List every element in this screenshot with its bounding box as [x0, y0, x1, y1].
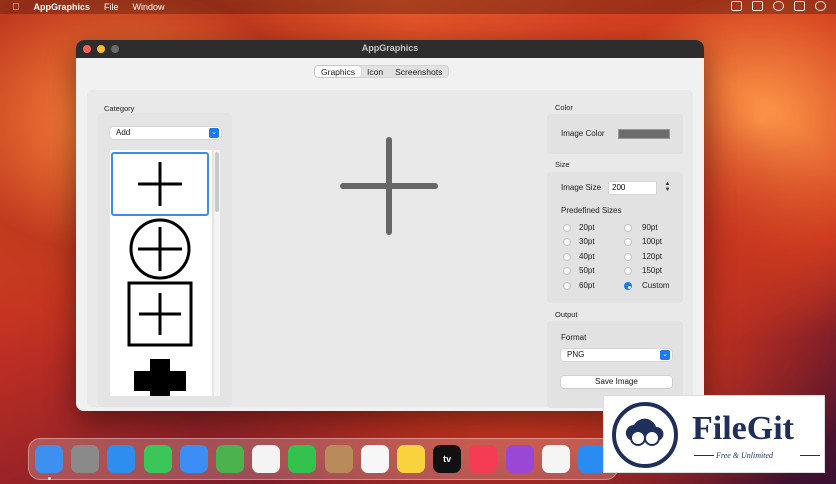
tv-icon[interactable]: tv	[433, 445, 462, 473]
siri-icon[interactable]	[815, 1, 826, 11]
format-select[interactable]: PNG ⌄	[561, 349, 672, 361]
radio-100pt-label[interactable]: 100pt	[642, 237, 662, 246]
news-icon[interactable]	[541, 445, 570, 473]
menu-window[interactable]: Window	[133, 2, 165, 12]
tab-icon[interactable]: Icon	[361, 66, 389, 77]
image-size-input[interactable]: 200	[609, 182, 656, 194]
mail-icon[interactable]	[179, 445, 208, 473]
title-bar[interactable]: AppGraphics	[76, 40, 704, 58]
status-wifi-icon[interactable]	[773, 1, 784, 11]
radio-150pt-label[interactable]: 150pt	[642, 266, 662, 275]
preview-plus-icon	[340, 137, 438, 235]
radio-40pt-label[interactable]: 40pt	[579, 252, 595, 261]
status-text-input-icon[interactable]	[752, 1, 763, 11]
image-preview	[312, 110, 466, 260]
safari-icon[interactable]	[107, 445, 136, 473]
image-size-stepper[interactable]: ▲ ▼	[664, 181, 671, 195]
watermark-brand: FileGit	[692, 410, 794, 447]
list-item-plus-square[interactable]	[111, 281, 209, 347]
radio-30pt[interactable]	[563, 238, 571, 246]
symbol-list[interactable]	[110, 150, 212, 396]
radio-150pt[interactable]	[624, 267, 632, 275]
menu-bar:  AppGraphics File Window	[0, 0, 836, 14]
radio-60pt[interactable]	[563, 282, 571, 290]
finder-icon[interactable]	[35, 445, 63, 473]
save-image-button[interactable]: Save Image	[561, 376, 672, 388]
radio-40pt[interactable]	[563, 253, 571, 261]
facetime-icon[interactable]	[288, 445, 317, 473]
radio-custom-label[interactable]: Custom	[642, 281, 670, 290]
size-section-label: Size	[555, 160, 570, 169]
watermark-divider	[800, 455, 820, 456]
apple-menu-icon[interactable]: 	[12, 2, 20, 13]
list-scrollbar[interactable]	[214, 150, 220, 396]
radio-100pt[interactable]	[624, 238, 632, 246]
category-label: Category	[104, 104, 135, 113]
filegit-logo	[612, 402, 678, 468]
window-title: AppGraphics	[361, 43, 419, 53]
list-item-plus-circle[interactable]	[111, 217, 209, 281]
plus-circle-icon	[129, 218, 191, 280]
watermark-divider	[694, 455, 714, 456]
category-select[interactable]: Add ⌄	[110, 127, 221, 139]
cloud-download-icon	[625, 418, 664, 446]
watermark-tagline: Free & Unlimited	[716, 451, 774, 460]
reminders-icon[interactable]	[360, 445, 389, 473]
radio-60pt-label[interactable]: 60pt	[579, 281, 595, 290]
color-section-label: Color	[555, 103, 573, 112]
radio-50pt-label[interactable]: 50pt	[579, 266, 595, 275]
radio-120pt-label[interactable]: 120pt	[642, 252, 662, 261]
maps-icon[interactable]	[216, 445, 244, 473]
contacts-icon[interactable]	[324, 445, 353, 473]
plus-square-icon	[127, 281, 193, 347]
app-store-icon[interactable]	[578, 445, 606, 473]
plus-icon	[138, 162, 182, 206]
filegit-watermark: FileGit Free & Unlimited	[603, 395, 825, 473]
tab-screenshots[interactable]: Screenshots	[389, 66, 448, 77]
image-color-label: Image Color	[561, 129, 605, 138]
chevron-down-icon: ⌄	[209, 128, 219, 138]
radio-20pt-label[interactable]: 20pt	[579, 223, 595, 232]
launchpad-icon[interactable]	[71, 445, 100, 473]
notes-icon[interactable]	[397, 445, 425, 473]
predefined-sizes-label: Predefined Sizes	[561, 206, 622, 215]
tab-graphics[interactable]: Graphics	[315, 66, 362, 77]
radio-120pt[interactable]	[624, 253, 632, 261]
category-select-value: Add	[116, 128, 131, 137]
status-window-icon[interactable]	[731, 1, 742, 11]
photos-icon[interactable]	[252, 445, 281, 473]
menu-app-name[interactable]: AppGraphics	[34, 2, 91, 12]
radio-50pt[interactable]	[563, 267, 571, 275]
radio-custom[interactable]	[624, 282, 632, 290]
running-indicator	[48, 477, 51, 480]
chevron-down-icon: ⌄	[660, 350, 670, 360]
image-size-label: Image Size	[561, 183, 602, 192]
list-item-plus-filled[interactable]	[111, 346, 209, 396]
format-label: Format	[561, 333, 587, 342]
tab-bar: Graphics Icon Screenshots	[314, 65, 450, 78]
format-select-value: PNG	[567, 350, 585, 359]
output-section-label: Output	[555, 310, 578, 319]
radio-20pt[interactable]	[563, 224, 571, 232]
app-window: AppGraphics Graphics Icon Screenshots Ca…	[76, 40, 704, 411]
plus-filled-icon	[134, 359, 186, 396]
list-item-plus[interactable]	[111, 152, 209, 216]
radio-90pt-label[interactable]: 90pt	[642, 223, 658, 232]
image-color-swatch[interactable]	[618, 129, 670, 139]
list-scroll-thumb[interactable]	[215, 152, 219, 212]
window-content: Graphics Icon Screenshots Category Add ⌄	[76, 58, 704, 411]
podcasts-icon[interactable]	[505, 445, 534, 473]
control-center-icon[interactable]	[794, 1, 805, 11]
radio-30pt-label[interactable]: 30pt	[579, 237, 595, 246]
menu-file[interactable]: File	[104, 2, 119, 12]
music-icon[interactable]	[469, 445, 498, 473]
radio-90pt[interactable]	[624, 224, 632, 232]
messages-icon[interactable]	[143, 445, 172, 473]
